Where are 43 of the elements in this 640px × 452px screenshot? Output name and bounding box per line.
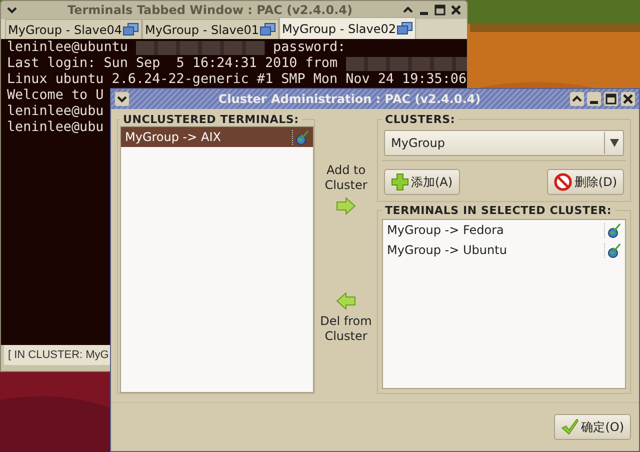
left-arrow-icon	[336, 292, 356, 310]
globe-check-icon	[295, 130, 309, 144]
list-item[interactable]: MyGroup -> Fedora	[383, 220, 625, 240]
right-arrow-icon	[336, 197, 356, 215]
terminal-text: Last login: Sun Sep 5 16:24:31 2010 from	[7, 56, 339, 72]
tab[interactable]: MyGroup - Slave04	[5, 19, 142, 39]
globe-check-icon	[607, 242, 621, 258]
section-heading: UNCLUSTERED TERMINALS:	[122, 113, 300, 126]
ok-button[interactable]: 确定(O)	[554, 414, 631, 440]
window-title: Cluster Administration : PAC (v2.4.0.4)	[217, 92, 482, 106]
list-item[interactable]: MyGroup -> Ubuntu	[383, 240, 625, 260]
window-title: Terminals Tabbed Window : PAC (v2.4.0.4)	[66, 3, 354, 17]
tab[interactable]: MyGroup - Slave01	[142, 19, 280, 39]
maximize-icon[interactable]	[433, 3, 447, 17]
maximize-icon[interactable]	[604, 92, 618, 106]
no-entry-icon	[554, 173, 572, 191]
delete-button[interactable]: 删除(D)	[547, 169, 624, 195]
terminal-text: Welcome to U	[7, 88, 104, 104]
menu-icon[interactable]	[115, 92, 129, 106]
terminal-text: password:	[272, 40, 346, 56]
add-button[interactable]: 添加(A)	[384, 169, 460, 195]
dropdown-arrow-icon	[610, 139, 618, 147]
terminal-text: leninlee@ubuntu	[7, 40, 129, 56]
terminal-text: Linux ubuntu 2.6.24-22-generic #1 SMP Mon Nov 24 19:35:06	[7, 72, 467, 88]
terminal-text: leninlee@ubu	[7, 120, 104, 136]
shade-icon[interactable]	[570, 92, 584, 106]
windows-icon	[123, 23, 140, 36]
minimize-icon[interactable]	[587, 92, 601, 106]
globe-check-icon	[607, 222, 621, 238]
list-item[interactable]: MyGroup -> AIX	[121, 127, 313, 147]
del-from-cluster-label[interactable]: Del from Cluster	[319, 314, 373, 344]
tab[interactable]: MyGroup - Slave02	[279, 17, 416, 39]
close-icon[interactable]	[449, 3, 463, 17]
checkmark-icon	[561, 419, 580, 435]
windows-icon	[397, 22, 414, 35]
cluster-dropdown[interactable]: MyGroup	[384, 130, 624, 156]
plus-icon	[391, 173, 409, 191]
close-icon[interactable]	[621, 92, 635, 106]
section-heading: TERMINALS IN SELECTED CLUSTER:	[384, 204, 613, 217]
section-heading: CLUSTERS:	[384, 113, 456, 126]
terminal-text: leninlee@ubu	[7, 104, 104, 120]
add-to-cluster-label[interactable]: Add to Cluster	[319, 163, 373, 193]
windows-icon	[260, 23, 276, 36]
